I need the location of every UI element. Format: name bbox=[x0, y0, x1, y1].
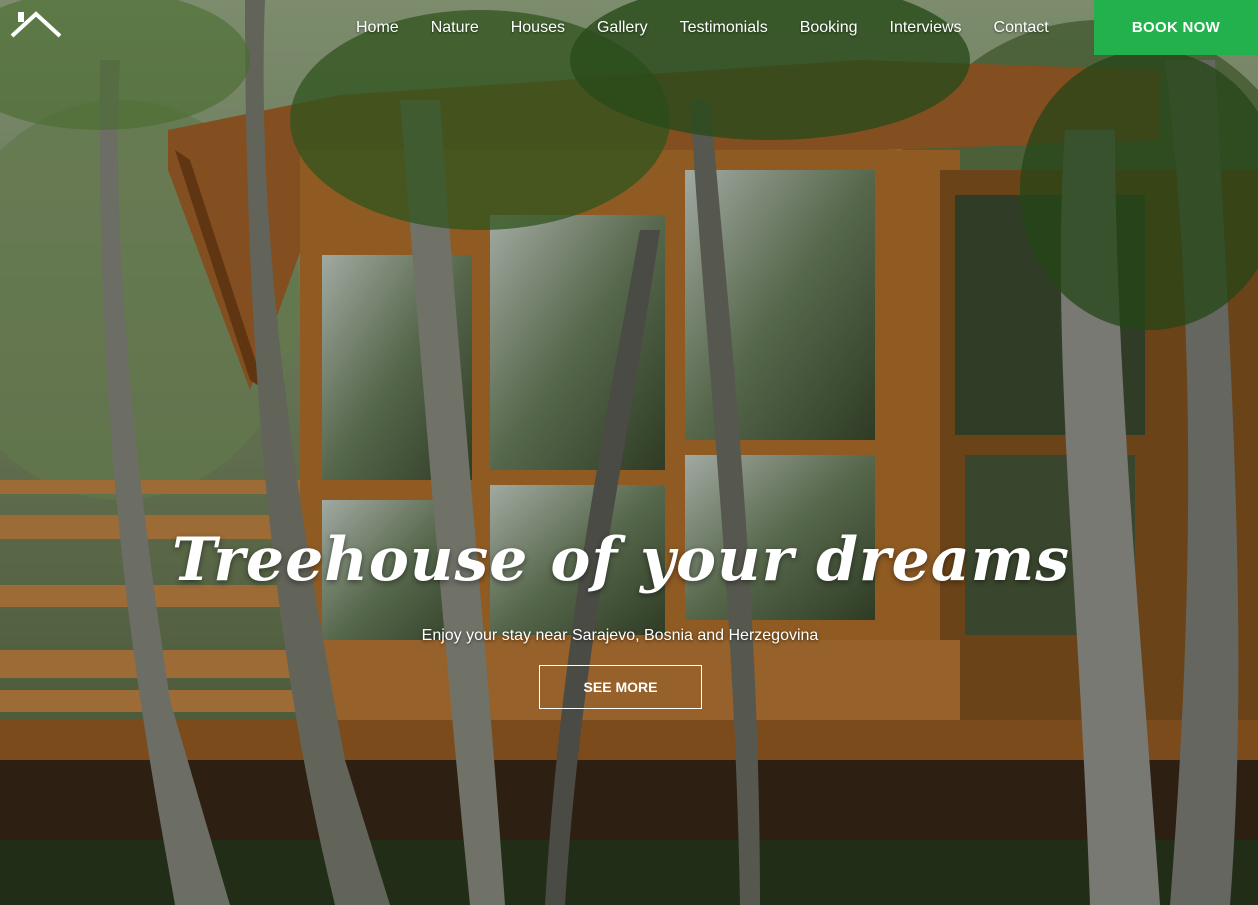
nav-houses[interactable]: Houses bbox=[495, 19, 581, 37]
top-navigation-bar: Home Nature Houses Gallery Testimonials … bbox=[0, 0, 1258, 55]
nav-gallery[interactable]: Gallery bbox=[581, 19, 664, 37]
nav-contact[interactable]: Contact bbox=[978, 19, 1065, 37]
nav-nature[interactable]: Nature bbox=[415, 19, 495, 37]
main-menu: Home Nature Houses Gallery Testimonials … bbox=[340, 0, 1065, 55]
book-now-button[interactable]: BOOK NOW bbox=[1094, 0, 1258, 55]
hero-headline: Treehouse of your dreams bbox=[172, 525, 1070, 595]
hero-background-photo bbox=[0, 0, 1258, 905]
see-more-button[interactable]: SEE MORE bbox=[539, 665, 702, 709]
hero-subtitle: Enjoy your stay near Sarajevo, Bosnia an… bbox=[421, 627, 819, 644]
nav-booking[interactable]: Booking bbox=[784, 19, 874, 37]
nav-home[interactable]: Home bbox=[340, 19, 415, 37]
nav-interviews[interactable]: Interviews bbox=[874, 19, 978, 37]
hero-overlay bbox=[0, 0, 1258, 905]
home-roof-logo-icon[interactable] bbox=[10, 8, 62, 40]
nav-testimonials[interactable]: Testimonials bbox=[664, 19, 784, 37]
